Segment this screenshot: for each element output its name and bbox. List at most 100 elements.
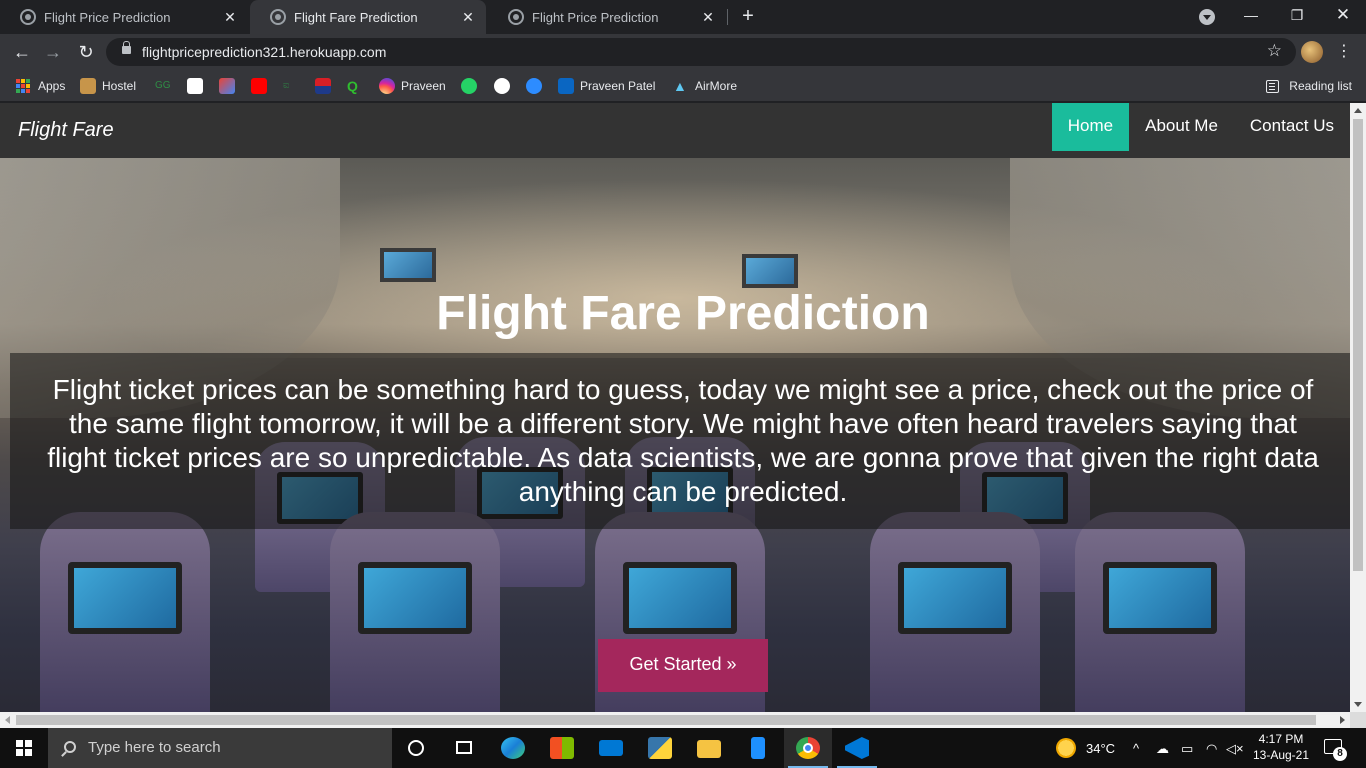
hero-description: Flight ticket prices can be something ha… <box>47 374 1319 507</box>
battery-icon[interactable]: ▭ <box>1181 741 1193 757</box>
scroll-down-arrow-icon[interactable] <box>1354 702 1362 707</box>
start-button[interactable] <box>0 728 48 768</box>
horizontal-scroll-thumb[interactable] <box>16 715 1316 725</box>
bookmark-amazon[interactable] <box>187 76 209 96</box>
weather-sun-icon <box>1056 738 1076 758</box>
reload-icon[interactable]: ↻ <box>74 40 98 64</box>
horizontal-scrollbar[interactable] <box>0 712 1350 728</box>
nav-about[interactable]: About Me <box>1129 103 1234 151</box>
bookmark-apps[interactable]: Apps <box>16 76 65 96</box>
mail-icon[interactable] <box>587 728 635 768</box>
taskbar-clock[interactable]: 4:17 PM 13-Aug-21 <box>1246 731 1316 763</box>
close-icon[interactable]: ✕ <box>460 9 476 26</box>
volume-muted-icon[interactable]: ◁× <box>1226 741 1244 757</box>
back-arrow-icon[interactable]: ← <box>10 40 34 64</box>
wifi-icon[interactable]: ◠ <box>1206 741 1217 757</box>
file-explorer-icon[interactable] <box>685 728 733 768</box>
phone-app-icon[interactable] <box>734 728 782 768</box>
address-bar[interactable]: flightpriceprediction321.herokuapp.com ☆ <box>106 38 1296 66</box>
overhead-monitor-image <box>380 248 436 282</box>
flag-icon <box>315 78 331 94</box>
minimize-icon[interactable]: — <box>1228 0 1274 32</box>
clock-time: 4:17 PM <box>1258 732 1304 746</box>
taskbar-search-placeholder: Type here to search <box>88 739 221 756</box>
bookmark-flag[interactable] <box>315 76 337 96</box>
bookmark-label: Praveen <box>401 79 446 93</box>
scroll-right-arrow-icon[interactable] <box>1340 716 1345 724</box>
overhead-monitor-image <box>742 254 798 288</box>
bookmark-star-icon[interactable]: ☆ <box>1267 41 1282 61</box>
bookmark-label: AirMore <box>695 79 738 93</box>
scrollbar-corner <box>1350 712 1366 728</box>
bookmark-label: Apps <box>38 79 66 93</box>
edge-icon[interactable] <box>489 728 537 768</box>
tray-chevron-icon[interactable]: ^ <box>1133 741 1139 756</box>
bookmark-q[interactable]: Q <box>347 76 369 96</box>
amazon-icon <box>187 78 203 94</box>
tab-divider <box>727 9 728 25</box>
search-icon <box>64 741 76 753</box>
taskbar-search-box[interactable]: Type here to search <box>48 728 392 768</box>
bookmark-linkedin[interactable]: Praveen Patel <box>558 76 655 96</box>
bookmark-label: Hostel <box>102 79 137 93</box>
browser-tab[interactable]: Flight Price Prediction ✕ <box>488 0 726 34</box>
bookmark-gmail[interactable] <box>219 76 241 96</box>
bookmark-hostel[interactable]: Hostel <box>80 76 136 96</box>
browser-tab-active[interactable]: Flight Fare Prediction ✕ <box>250 0 486 34</box>
bookmark-instagram[interactable]: Praveen <box>379 76 446 96</box>
clock-date: 13-Aug-21 <box>1252 748 1310 762</box>
bookmark-github[interactable] <box>494 76 516 96</box>
bookmark-label: Praveen Patel <box>580 79 656 93</box>
window-close-icon[interactable]: ✕ <box>1320 0 1366 32</box>
windows-taskbar: Type here to search 34°C ^ ☁ ▭ ◠ ◁× 4:17… <box>0 728 1366 768</box>
cortana-icon[interactable] <box>392 728 440 768</box>
weather-widget[interactable]: 34°C <box>1056 728 1115 768</box>
airmore-icon: ▲ <box>673 78 687 94</box>
tab-title: Flight Fare Prediction <box>294 9 418 25</box>
onedrive-icon[interactable]: ☁ <box>1156 741 1169 757</box>
browser-menu-icon[interactable]: ⋮ <box>1336 40 1352 64</box>
browser-tab[interactable]: Flight Price Prediction ✕ <box>0 0 248 34</box>
bookmark-whatsapp[interactable] <box>461 76 483 96</box>
restore-icon[interactable]: ❐ <box>1274 0 1320 32</box>
browser-toolbar: ← → ↻ flightpriceprediction321.herokuapp… <box>0 34 1366 70</box>
reading-list[interactable]: Reading list <box>1266 76 1352 96</box>
bookmark-gfg-2[interactable]: ಐ <box>283 76 305 96</box>
site-brand[interactable]: Flight Fare <box>18 119 114 142</box>
profile-avatar[interactable] <box>1301 41 1323 63</box>
store-icon[interactable] <box>538 728 586 768</box>
tab-title: Flight Price Prediction <box>44 9 171 25</box>
python-icon[interactable] <box>636 728 684 768</box>
seat-image <box>40 512 210 712</box>
globe-icon <box>508 9 524 25</box>
weather-temperature: 34°C <box>1086 740 1116 756</box>
reading-list-icon <box>1266 79 1280 93</box>
chrome-icon[interactable] <box>784 728 832 768</box>
tab-search-icon[interactable] <box>1199 9 1215 25</box>
nav-home[interactable]: Home <box>1051 103 1130 151</box>
page-viewport: Flight Fare Home About Me Contact Us Fli… <box>0 103 1350 712</box>
lock-icon[interactable] <box>122 41 131 54</box>
get-started-button[interactable]: Get Started » <box>598 639 768 692</box>
scroll-left-arrow-icon[interactable] <box>5 716 10 724</box>
url-text[interactable]: flightpriceprediction321.herokuapp.com <box>142 44 386 60</box>
gfg-icon: ಐ <box>283 80 290 91</box>
scroll-up-arrow-icon[interactable] <box>1354 108 1362 113</box>
close-icon[interactable]: ✕ <box>700 9 716 26</box>
globe-icon <box>20 9 36 25</box>
bookmark-zoom[interactable] <box>526 76 548 96</box>
bookmark-airmore[interactable]: ▲ AirMore <box>673 76 737 96</box>
seat-image <box>1075 512 1245 712</box>
bookmark-youtube[interactable] <box>251 76 273 96</box>
task-view-icon[interactable] <box>440 728 488 768</box>
site-nav-links: Home About Me Contact Us <box>1051 103 1350 151</box>
close-icon[interactable]: ✕ <box>222 9 238 26</box>
nav-contact[interactable]: Contact Us <box>1234 103 1350 151</box>
forward-arrow-icon[interactable]: → <box>41 40 65 64</box>
bookmark-gfg[interactable]: GG <box>155 76 177 96</box>
vscode-icon[interactable] <box>833 728 881 768</box>
new-tab-plus-icon[interactable]: + <box>736 4 760 28</box>
globe-icon <box>270 9 286 25</box>
vertical-scrollbar[interactable] <box>1350 103 1366 712</box>
vertical-scroll-thumb[interactable] <box>1353 119 1363 571</box>
